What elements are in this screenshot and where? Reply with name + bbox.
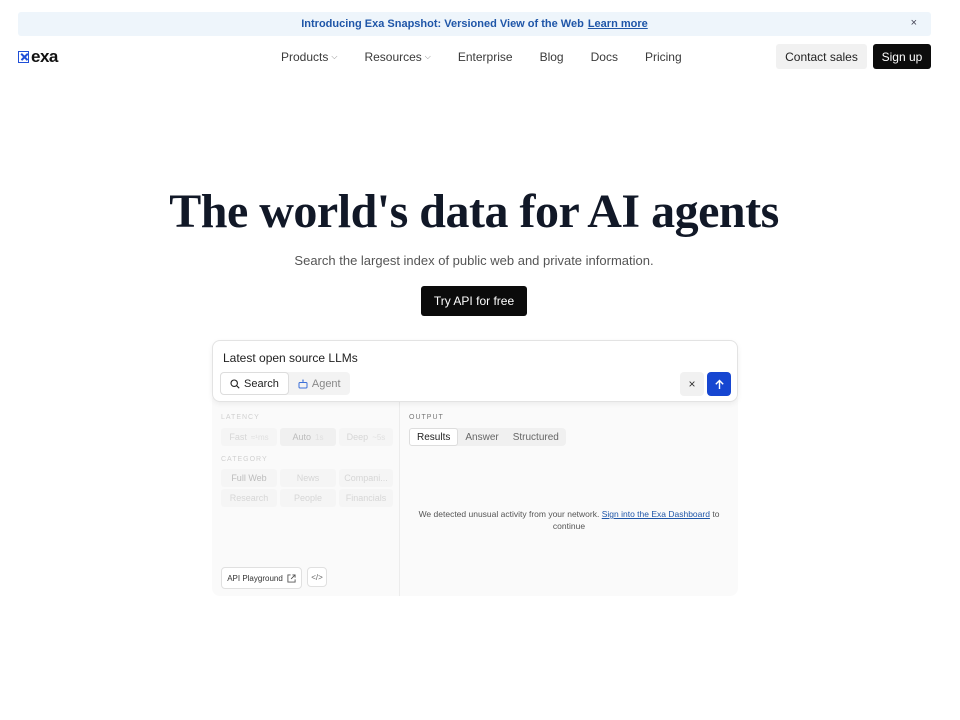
chip-label: Fast xyxy=(229,432,247,442)
code-icon[interactable]: </> xyxy=(307,567,327,587)
options-column: LATENCY Fast ≈¹ms Auto 1s Deep ~5s CATEGORY… xyxy=(212,398,400,596)
submit-button[interactable] xyxy=(707,372,731,396)
robot-icon xyxy=(298,379,308,388)
playground-label: API Playground xyxy=(227,573,283,583)
category-people[interactable]: People xyxy=(280,489,336,507)
chevron-down-icon: ⌵ xyxy=(331,52,338,61)
search-demo-panel: LATENCY Fast ≈¹ms Auto 1s Deep ~5s CATEGORY… xyxy=(212,340,738,596)
nav-item-label: Products xyxy=(281,50,329,64)
search-box: Latest open source LLMs Search Agent × xyxy=(212,340,738,402)
mode-agent[interactable]: Agent xyxy=(289,372,350,395)
hero-title: The world's data for AI agents xyxy=(169,185,779,238)
dashboard-sign-in-link[interactable]: Sign into the Exa Dashboard xyxy=(602,509,710,519)
chip-label: Auto xyxy=(292,432,312,442)
api-playground-button[interactable]: API Playground xyxy=(221,567,302,589)
search-icon xyxy=(230,378,240,389)
chip-latency: ~5s xyxy=(372,432,386,442)
mode-label: Agent xyxy=(311,377,341,390)
latency-deep[interactable]: Deep ~5s xyxy=(339,428,393,446)
nav-menu: Products ⌵ Resources ⌵ Enterprise Blog D… xyxy=(281,50,709,64)
nav-item-label: Docs xyxy=(590,50,618,64)
nav-item-enterprise[interactable]: Enterprise xyxy=(458,50,513,64)
rate-limit-notice: We detected unusual activity from your n… xyxy=(409,508,729,532)
tab-answer[interactable]: Answer xyxy=(458,428,505,446)
contact-sales-button[interactable]: Contact sales xyxy=(776,44,867,69)
learn-more-link[interactable]: Learn more xyxy=(588,18,648,30)
nav-item-resources[interactable]: Resources ⌵ xyxy=(364,50,430,64)
top-nav: exa Products ⌵ Resources ⌵ Enterprise Bl… xyxy=(0,44,960,70)
category-label: CATEGORY xyxy=(221,456,268,463)
nav-item-label: Blog xyxy=(539,50,564,64)
exa-logo-icon xyxy=(18,51,29,63)
banner-message: Introducing Exa Snapshot: Versioned View… xyxy=(301,18,584,30)
category-research[interactable]: Research xyxy=(221,489,277,507)
latency-auto[interactable]: Auto 1s xyxy=(280,428,336,446)
latency-label: LATENCY xyxy=(221,414,260,421)
logo-text: exa xyxy=(31,47,58,66)
demo-body: LATENCY Fast ≈¹ms Auto 1s Deep ~5s CATEGORY… xyxy=(212,398,738,596)
close-icon[interactable]: × xyxy=(911,17,917,29)
notice-text: We detected unusual activity from your n… xyxy=(418,509,600,519)
external-link-icon xyxy=(287,573,296,583)
exa-logo[interactable]: exa xyxy=(18,47,58,67)
clear-icon[interactable]: × xyxy=(680,372,704,396)
category-companies[interactable]: Compani... xyxy=(339,469,393,487)
mode-toggle: Search Agent xyxy=(220,372,350,395)
chevron-down-icon: ⌵ xyxy=(424,52,431,61)
latency-fast[interactable]: Fast ≈¹ms xyxy=(221,428,277,446)
chip-latency: 1s xyxy=(315,432,324,442)
nav-item-label: Pricing xyxy=(644,50,682,64)
tab-structured[interactable]: Structured xyxy=(506,428,566,446)
search-input[interactable]: Latest open source LLMs xyxy=(223,351,358,365)
mode-label: Search xyxy=(244,377,279,390)
tab-results[interactable]: Results xyxy=(409,428,459,446)
hero-subtitle: Search the largest index of public web a… xyxy=(294,253,654,268)
nav-item-products[interactable]: Products ⌵ xyxy=(281,50,337,64)
nav-item-pricing[interactable]: Pricing xyxy=(645,50,682,64)
nav-item-label: Resources xyxy=(364,50,422,64)
output-label: OUTPUT xyxy=(409,414,444,421)
nav-item-docs[interactable]: Docs xyxy=(591,50,618,64)
announcement-banner: Introducing Exa Snapshot: Versioned View… xyxy=(18,12,931,36)
sign-up-button[interactable]: Sign up xyxy=(873,44,931,69)
nav-item-blog[interactable]: Blog xyxy=(540,50,564,64)
category-full-web[interactable]: Full Web xyxy=(221,469,277,487)
mode-search[interactable]: Search xyxy=(220,372,289,395)
try-api-button[interactable]: Try API for free xyxy=(421,286,527,316)
output-tabs: Results Answer Structured xyxy=(409,428,566,446)
nav-item-label: Enterprise xyxy=(457,50,513,64)
arrow-up-icon xyxy=(714,379,724,389)
category-news[interactable]: News xyxy=(280,469,336,487)
category-financials[interactable]: Financials xyxy=(339,489,393,507)
chip-latency: ≈¹ms xyxy=(250,432,269,442)
chip-label: Deep xyxy=(346,432,369,442)
